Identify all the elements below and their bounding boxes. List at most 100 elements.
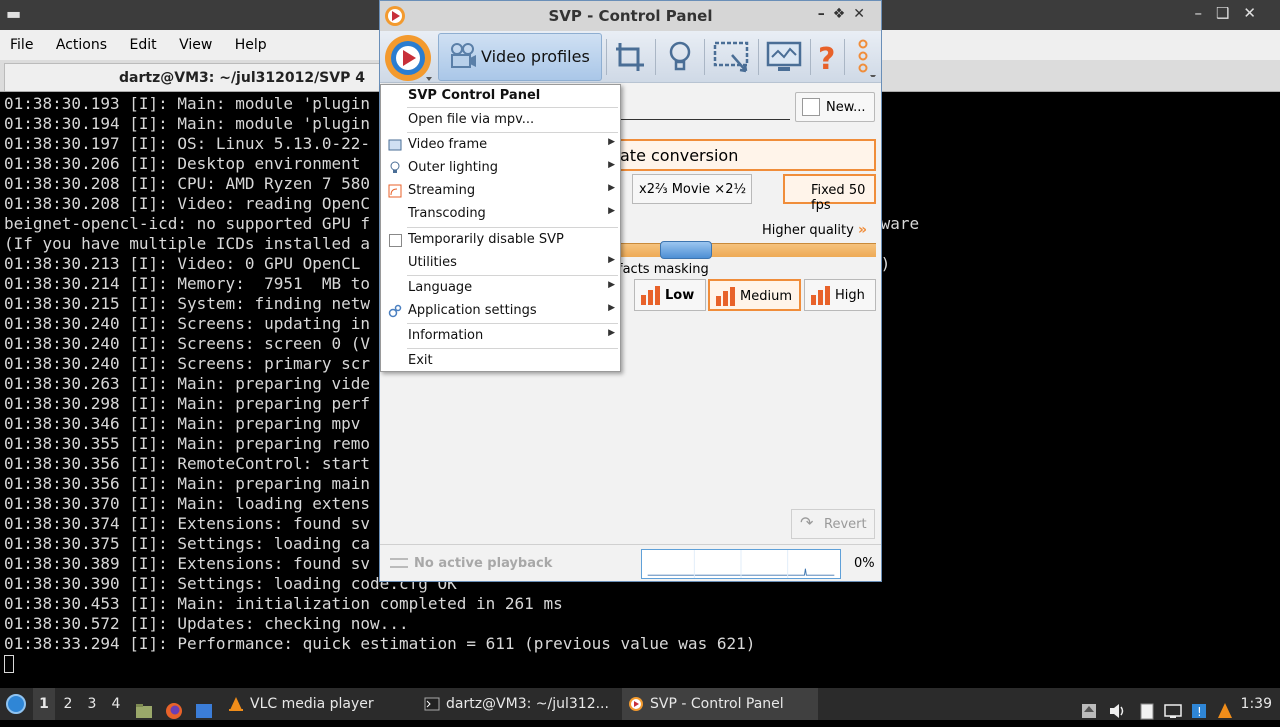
svp-titlebar: SVP - Control Panel –❖✕ <box>380 1 881 31</box>
svp-toolbar: Video profiles ? <box>380 31 881 83</box>
menu-edit[interactable]: Edit <box>119 30 164 53</box>
window-menu-icon[interactable]: ▬ <box>6 4 21 23</box>
menu-help[interactable]: Help <box>225 30 275 53</box>
menu-item-utilities[interactable]: Utilities ▶ <box>381 252 620 274</box>
movie-rate-button[interactable]: x2⅔ Movie ×2½ <box>632 174 752 204</box>
higher-quality-label: Higher quality <box>762 223 854 238</box>
fixed-fps-button[interactable]: Fixed 50 fps <box>783 174 876 213</box>
frame-rate-conversion-option[interactable]: ate conversion <box>610 139 876 171</box>
toolbar-separator <box>606 39 607 75</box>
menu-item-label: Language <box>408 280 473 295</box>
submenu-arrow-icon: ▶ <box>608 206 615 216</box>
signal-bars-icon <box>716 287 735 306</box>
file-manager-icon[interactable] <box>135 695 153 727</box>
masking-low-button[interactable]: Low <box>634 279 706 311</box>
clock: 1:39 <box>1240 696 1272 712</box>
new-profile-button[interactable]: New... <box>795 92 875 122</box>
menu-item-application-settings[interactable]: Application settings ▶ <box>381 300 620 322</box>
video-profiles-label: Video profiles <box>481 47 590 66</box>
clipboard-icon[interactable] <box>1138 695 1156 727</box>
artifacts-masking-label: facts masking <box>618 262 709 277</box>
workspace-4[interactable]: 4 <box>105 688 127 720</box>
quality-slider-handle[interactable] <box>660 241 712 259</box>
notification-icon[interactable] <box>1080 695 1098 727</box>
vlc-tray-icon[interactable] <box>1216 695 1234 727</box>
task-vlc[interactable]: VLC media player <box>222 688 412 720</box>
menu-item-language[interactable]: Language ▶ <box>381 277 620 299</box>
svg-text:?: ? <box>818 42 835 77</box>
menu-actions[interactable]: Actions <box>46 30 115 53</box>
playback-status-label: No active playback <box>414 556 553 571</box>
menu-view[interactable]: View <box>169 30 220 53</box>
terminal-cursor <box>4 655 14 673</box>
menu-item-label: Transcoding <box>408 206 486 221</box>
workspace-1[interactable]: 1 <box>33 688 55 720</box>
menu-item-streaming[interactable]: Streaming ▶ <box>381 180 620 202</box>
disable-svp-checkbox[interactable] <box>389 234 402 247</box>
monitor-icon[interactable] <box>762 37 806 77</box>
firefox-icon[interactable] <box>165 695 183 727</box>
start-menu-button[interactable] <box>6 688 28 720</box>
workspace-2[interactable]: 2 <box>57 688 79 720</box>
task-label: SVP - Control Panel <box>650 696 784 712</box>
task-label: dartz@VM3: ~/jul312... <box>446 696 609 712</box>
hamburger-icon <box>390 558 408 568</box>
svp-statusbar: No active playback 0% <box>380 544 881 581</box>
svp-logo-icon <box>385 6 405 26</box>
cpu-percent: 0% <box>854 556 875 571</box>
revert-button[interactable]: ↷ Revert <box>791 509 875 539</box>
task-svp[interactable]: SVP - Control Panel <box>622 688 818 720</box>
submenu-arrow-icon: ▶ <box>608 255 615 265</box>
signal-bars-icon <box>641 286 660 305</box>
toolbar-separator <box>758 39 759 75</box>
gears-icon <box>388 304 402 318</box>
menu-item-disable-svp[interactable]: Temporarily disable SVP <box>381 229 620 251</box>
more-options-icon[interactable] <box>848 37 878 77</box>
double-arrow-icon: » <box>858 222 868 238</box>
svp-main-menu: SVP Control Panel Open file via mpv... V… <box>380 84 621 372</box>
menu-file[interactable]: File <box>0 30 41 53</box>
menu-item-open-mpv[interactable]: Open file via mpv... <box>381 109 620 131</box>
start-logo-icon <box>6 694 26 714</box>
volume-icon[interactable] <box>1108 695 1126 727</box>
masking-high-button[interactable]: High <box>804 279 876 311</box>
camera-icon <box>451 43 476 68</box>
video-frame-icon <box>388 139 402 151</box>
crop-icon[interactable] <box>608 37 652 77</box>
menu-item-exit[interactable]: Exit <box>381 350 620 372</box>
submenu-arrow-icon: ▶ <box>608 280 615 290</box>
menu-separator <box>407 348 618 349</box>
masking-medium-button[interactable]: Medium <box>708 279 801 311</box>
menu-item-label: Temporarily disable SVP <box>408 232 564 247</box>
submenu-arrow-icon: ▶ <box>608 328 615 338</box>
lightbulb-icon[interactable] <box>658 37 702 77</box>
update-info-icon[interactable]: ! <box>1190 695 1208 727</box>
profile-name-field[interactable] <box>610 119 790 120</box>
svp-logo-icon <box>629 697 643 711</box>
svp-window-controls[interactable]: –❖✕ <box>818 6 873 22</box>
svp-main-menu-icon[interactable] <box>382 33 436 83</box>
menu-separator <box>407 132 618 133</box>
menu-item-information[interactable]: Information ▶ <box>381 325 620 347</box>
lightbulb-icon <box>390 161 400 173</box>
desktop-icon[interactable] <box>195 695 213 727</box>
task-terminal[interactable]: dartz@VM3: ~/jul312... <box>418 688 616 720</box>
help-icon[interactable]: ? <box>810 37 842 77</box>
terminal-window-controls[interactable]: –❑✕ <box>1194 4 1270 22</box>
submenu-arrow-icon: ▶ <box>608 137 615 147</box>
screen-pointer-icon[interactable] <box>710 37 754 77</box>
toolbar-separator <box>704 39 705 75</box>
vlc-cone-icon <box>229 697 243 711</box>
menu-separator <box>407 323 618 324</box>
workspace-3[interactable]: 3 <box>81 688 103 720</box>
menu-item-outer-lighting[interactable]: Outer lighting ▶ <box>381 157 620 179</box>
menu-item-transcoding[interactable]: Transcoding ▶ <box>381 203 620 225</box>
quality-slider-track[interactable] <box>615 243 876 257</box>
menu-item-video-frame[interactable]: Video frame ▶ <box>381 134 620 156</box>
menu-item-label: Application settings <box>408 303 537 318</box>
playback-status[interactable]: No active playback <box>390 556 552 571</box>
network-icon[interactable] <box>1164 695 1182 727</box>
revert-label: Revert <box>824 517 867 532</box>
video-profiles-button[interactable]: Video profiles <box>438 33 602 81</box>
submenu-arrow-icon: ▶ <box>608 183 615 193</box>
